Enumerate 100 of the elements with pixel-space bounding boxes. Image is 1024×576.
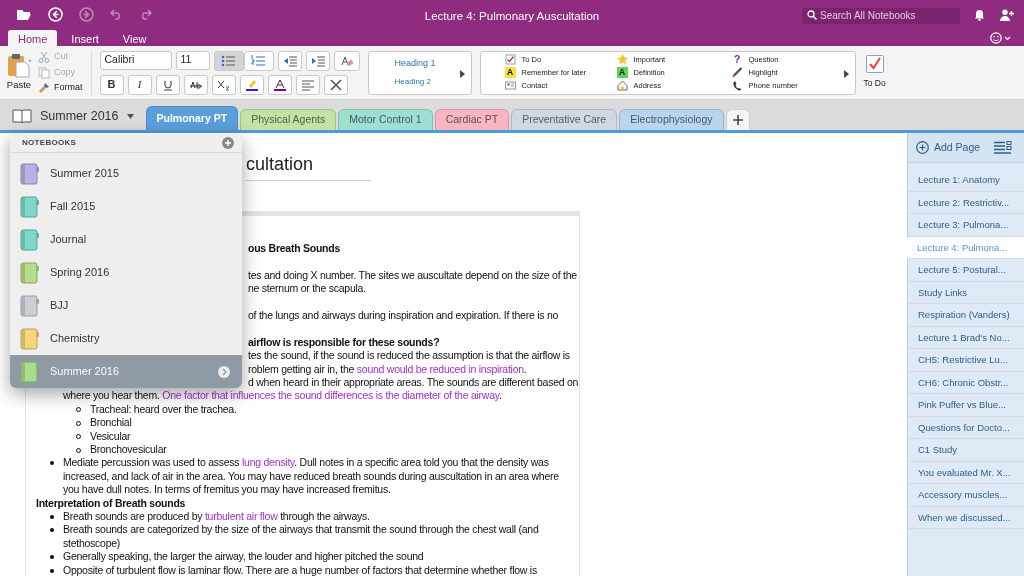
page-list-item[interactable]: Respiration (Vanders) — [908, 304, 1024, 327]
note-text-line: tes and doing X number. The sites we auscultate depend on the size of the — [248, 267, 577, 283]
note-text-line: Interpretation of Breath sounds — [36, 496, 186, 511]
page-list-item[interactable]: Lecture 2: Restrictiv... — [908, 191, 1024, 214]
note-text-line: Breath sounds are categorized by the size of the airways that transmit the sound through the chest wall (and — [63, 523, 539, 537]
font-name-field[interactable]: Calibri — [99, 50, 172, 70]
style-option[interactable]: Heading 2 — [394, 76, 471, 89]
search-icon — [807, 10, 817, 20]
italic-button[interactable]: I — [127, 74, 152, 95]
page-list-item[interactable]: Lecture 1 Brad's No... — [908, 326, 1024, 349]
notebook-menu-item[interactable]: Summer 2015 — [10, 157, 242, 190]
section-tab[interactable]: Preventative Care — [511, 109, 618, 130]
page-list-item[interactable]: Lecture 1: Anatomy — [908, 169, 1024, 192]
expand-arrow-icon[interactable] — [459, 69, 465, 78]
bullet-icon — [50, 568, 54, 573]
page-list-item[interactable]: When we discussed... — [908, 506, 1024, 529]
align-icon — [300, 78, 315, 91]
section-tab[interactable]: Motor Control 1 — [338, 109, 433, 130]
note-text-line: Opposite of turbulent flow is laminar flow. There are a huge number of factors that determine whether flow is — [63, 563, 537, 576]
notebook-menu-item[interactable]: Fall 2015 — [10, 190, 242, 223]
todo-button[interactable]: To Do — [863, 55, 886, 90]
note-text-line: tes the sound, if the sound is reduced the assumption is that the airflow is — [248, 349, 570, 363]
section-tab[interactable]: Electrophysiology — [619, 109, 724, 130]
page-list-item[interactable]: CH6: Chronic Obstr... — [908, 371, 1024, 394]
format-painter-button[interactable]: Format — [38, 81, 83, 95]
page-list-item[interactable]: Lecture 4: Pulmona... — [907, 236, 1024, 259]
style-option[interactable]: Heading 1 — [394, 56, 471, 71]
add-notebook-icon[interactable] — [222, 136, 234, 149]
bold-button[interactable]: B — [99, 74, 124, 95]
font-color-icon — [272, 78, 287, 91]
underline-button[interactable] — [155, 74, 180, 95]
search-field[interactable]: Search All Notebooks — [802, 7, 960, 24]
page-list-item[interactable]: CH5: Restrictive Lu... — [908, 349, 1024, 372]
strikethrough-button[interactable] — [183, 74, 208, 95]
window-title: Lecture 4: Pulmonary Auscultation — [424, 10, 600, 22]
paste-button[interactable]: Paste — [6, 52, 32, 93]
subscript-button[interactable] — [211, 74, 236, 95]
hollow-bullet-icon — [76, 407, 81, 413]
caret-icon — [126, 113, 134, 119]
plus-icon — [732, 115, 743, 126]
note-text-line: Breath sounds are produced by turbulent air flow through the airways. — [63, 510, 370, 524]
delete-button[interactable] — [323, 74, 348, 95]
page-list-item[interactable]: C1 Study — [908, 439, 1024, 462]
marker-pen-icon — [731, 67, 743, 78]
bullet-icon — [50, 461, 54, 466]
subscript-icon — [216, 78, 231, 91]
bullet-icon — [50, 515, 54, 520]
note-text-line: ous Breath Sounds — [248, 242, 340, 256]
add-section-button[interactable] — [725, 109, 750, 130]
ribbon-tab[interactable]: Insert — [61, 30, 109, 46]
smiley-icon[interactable] — [990, 32, 1012, 44]
clear-formatting-button[interactable] — [333, 50, 360, 71]
folder-icon[interactable] — [16, 8, 32, 21]
page-list-item[interactable]: You evaluated Mr. X... — [908, 461, 1024, 484]
notebook-menu-item[interactable]: BJJ — [10, 289, 242, 322]
note-text-line: Generally speaking, the larger the airway, the louder and higher pitched the sound — [63, 550, 424, 564]
page-list-item[interactable]: Lecture 3: Pulmona... — [908, 214, 1024, 237]
bell-icon[interactable] — [974, 9, 985, 21]
hollow-bullet-icon — [76, 447, 81, 453]
letter-a-icon: A — [616, 67, 628, 78]
note-text-line: Vesicular — [90, 429, 131, 444]
note-text-line: roblem getting air in, the sound would be reduced in inspiration. — [248, 362, 527, 376]
notebook-selector[interactable]: Summer 2016 — [12, 102, 134, 130]
note-text-line: Bronchial — [90, 416, 132, 430]
add-person-icon[interactable] — [1000, 9, 1014, 21]
star-icon — [616, 54, 628, 66]
expand-arrow-icon[interactable] — [843, 69, 849, 78]
note-text-line: ne sternum or the scapula. — [248, 282, 366, 296]
back-icon[interactable] — [48, 7, 63, 22]
contact-card-icon — [504, 79, 516, 91]
letter-a-icon: A — [504, 67, 516, 78]
note-text-line: where you hear them. One factor that influences the sound differences is the diameter of the airway. — [63, 389, 502, 403]
clear-formatting-icon — [338, 54, 355, 67]
notebook-menu-item[interactable]: Chemistry — [10, 322, 242, 355]
ribbon-tab[interactable]: Home — [8, 30, 58, 46]
note-text-line: Mediate percussion was used to assess lung density. Dull notes in a specific area told you that the density was — [63, 456, 549, 470]
page-list-item[interactable]: Study Links — [908, 281, 1024, 304]
section-tab[interactable]: Physical Agents — [240, 109, 337, 130]
ribbon-tab[interactable]: View — [112, 30, 157, 46]
list-view-icon[interactable] — [994, 141, 1012, 154]
indent-icon — [310, 54, 325, 67]
house-icon — [616, 79, 628, 91]
font-color-button[interactable] — [267, 74, 292, 95]
note-text-line: Tracheal: heard over the trachea. — [90, 402, 237, 417]
font-size-field[interactable]: 11 — [175, 50, 210, 70]
phone-icon — [731, 79, 743, 91]
section-tab[interactable]: Cardiac PT — [434, 109, 510, 130]
page-list-item[interactable]: Questions for Docto... — [908, 416, 1024, 439]
notebook-menu-item[interactable]: Spring 2016 — [10, 256, 242, 289]
page-list-item[interactable]: Lecture 5: Postural... — [908, 259, 1024, 282]
hollow-bullet-icon — [76, 420, 81, 426]
highlighter-button[interactable] — [239, 74, 264, 95]
page-title: cultation — [246, 151, 371, 181]
note-text-line: airflow is responsible for these sounds? — [248, 334, 440, 350]
numbered-list-icon — [251, 54, 266, 67]
page-list-item[interactable]: Accessory muscles... — [908, 484, 1024, 507]
notebook-menu-item[interactable]: Journal — [10, 223, 242, 256]
checkbox-icon — [865, 55, 884, 74]
page-list-item[interactable]: Pink Puffer vs Blue... — [908, 394, 1024, 417]
question-mark-icon: ? — [731, 54, 743, 66]
